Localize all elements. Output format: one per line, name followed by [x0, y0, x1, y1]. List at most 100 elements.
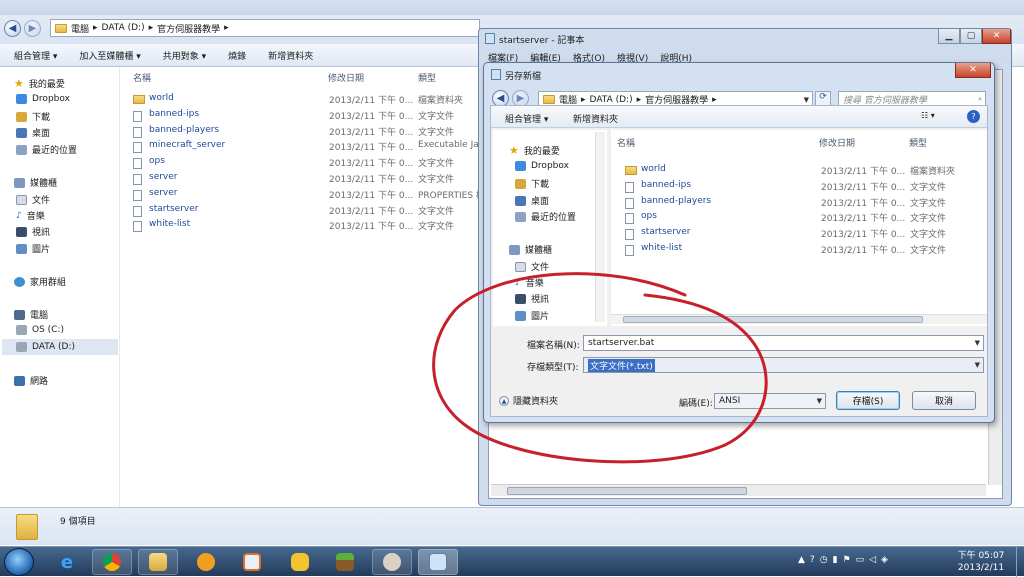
- chevron-down-icon[interactable]: ▼: [975, 361, 980, 369]
- file-row[interactable]: world 2013/2/11 下午 0... 檔案資料夾: [625, 164, 985, 178]
- organize-button[interactable]: 組合管理 ▾: [14, 49, 57, 62]
- chevron-down-icon[interactable]: ▼: [804, 96, 809, 104]
- save-button[interactable]: 存檔(S): [836, 391, 900, 410]
- flag-icon[interactable]: ⚑: [843, 555, 851, 565]
- breadcrumb-drive[interactable]: DATA (D:): [102, 23, 145, 33]
- column-date[interactable]: 修改日期: [819, 136, 855, 149]
- scrollbar-thumb[interactable]: [507, 487, 747, 495]
- nav-network[interactable]: 網路: [14, 374, 48, 387]
- new-folder-button[interactable]: 新增資料夾: [573, 112, 618, 125]
- nav-recent[interactable]: 最近的位置: [515, 210, 576, 223]
- taskbar-app[interactable]: [186, 549, 226, 575]
- file-row[interactable]: ops 2013/2/11 下午 0... 文字文件: [625, 211, 985, 225]
- media-player-icon: [243, 553, 261, 571]
- text-file-icon: [625, 213, 634, 224]
- organize-button[interactable]: 組合管理 ▾: [505, 112, 548, 125]
- file-row[interactable]: banned-players 2013/2/11 下午 0... 文字文件: [625, 196, 985, 210]
- burn-button[interactable]: 燒錄: [228, 49, 246, 62]
- explorer-folder-icon: [149, 553, 167, 571]
- nav-dropbox[interactable]: Dropbox: [515, 161, 569, 171]
- nav-downloads[interactable]: 下載: [16, 110, 50, 123]
- nav-desktop[interactable]: 桌面: [16, 126, 50, 139]
- dialog-close-button[interactable]: ✕: [955, 63, 991, 78]
- chevron-down-icon[interactable]: ▼: [817, 397, 822, 405]
- nav-os-c[interactable]: OS (C:): [16, 325, 64, 335]
- file-row[interactable]: startserver 2013/2/11 下午 0... 文字文件: [625, 227, 985, 241]
- text-file-icon: [625, 229, 634, 240]
- display-icon[interactable]: ▭: [856, 555, 865, 565]
- forward-arrow-icon[interactable]: ▶: [24, 20, 41, 37]
- minimize-button[interactable]: ▁: [938, 29, 960, 44]
- star-icon: ★: [509, 144, 519, 157]
- status-bar: 9 個項目: [0, 507, 1024, 545]
- taskbar-app[interactable]: [280, 549, 320, 575]
- taskbar-explorer[interactable]: [138, 549, 178, 575]
- nav-libraries[interactable]: 媒體櫃: [509, 243, 552, 256]
- dropbox-icon: [16, 94, 27, 104]
- properties-file-icon: [133, 190, 142, 201]
- nav-music[interactable]: ♪ 音樂: [16, 209, 45, 223]
- taskbar-notepad[interactable]: [418, 549, 458, 575]
- view-options-icon[interactable]: ☷ ▾: [921, 111, 945, 123]
- dialog-title: 另存新檔: [505, 72, 542, 82]
- taskbar-paint[interactable]: [372, 549, 412, 575]
- column-type[interactable]: 類型: [418, 71, 436, 84]
- new-folder-button[interactable]: 新增資料夾: [268, 49, 313, 62]
- column-name[interactable]: 名稱: [133, 71, 151, 84]
- column-date[interactable]: 修改日期: [328, 71, 364, 84]
- file-row[interactable]: banned-ips 2013/2/11 下午 0... 文字文件: [625, 180, 985, 194]
- breadcrumb-computer[interactable]: 電腦: [71, 22, 89, 35]
- share-with-button[interactable]: 共用對象 ▾: [163, 49, 206, 62]
- close-button[interactable]: ✕: [982, 29, 1011, 44]
- nav-libraries[interactable]: 媒體櫃: [14, 176, 57, 189]
- breadcrumb-drive[interactable]: DATA (D:): [590, 95, 633, 105]
- nav-desktop[interactable]: 桌面: [515, 194, 549, 207]
- notepad-icon: [429, 553, 447, 571]
- breadcrumb-folder[interactable]: 官方伺服器教學: [157, 22, 220, 35]
- recent-places-icon: [16, 144, 27, 155]
- column-name[interactable]: 名稱: [617, 136, 635, 149]
- text-file-icon: [133, 127, 142, 138]
- clock-icon[interactable]: ◷: [820, 555, 828, 565]
- nav-favorites[interactable]: ★ 我的最愛: [14, 77, 65, 90]
- taskbar-minecraft[interactable]: [325, 549, 365, 575]
- help-icon[interactable]: ?: [810, 555, 815, 565]
- folder-large-icon: [16, 514, 38, 540]
- clock-time: 下午 05:07: [957, 551, 1005, 561]
- file-row[interactable]: white-list 2013/2/11 下午 0... 文字文件: [625, 243, 985, 257]
- nav-dropbox[interactable]: Dropbox: [16, 94, 70, 104]
- horizontal-scrollbar[interactable]: [491, 484, 986, 496]
- volume-icon[interactable]: ◁: [869, 555, 876, 565]
- address-bar[interactable]: 電腦 ▸ DATA (D:) ▸ 官方伺服器教學 ▸: [50, 19, 480, 37]
- network-icon[interactable]: ▮: [833, 555, 838, 565]
- documents-icon: [16, 194, 27, 205]
- help-icon[interactable]: ?: [967, 110, 980, 123]
- dropbox-tray-icon[interactable]: ◈: [881, 555, 888, 565]
- show-desktop-button[interactable]: [1016, 547, 1024, 577]
- maximize-button[interactable]: ▢: [960, 29, 982, 44]
- nav-videos[interactable]: 視訊: [16, 225, 50, 238]
- clock[interactable]: 下午 05:07 2013/2/11: [950, 550, 1012, 574]
- column-type[interactable]: 類型: [909, 136, 927, 149]
- nav-favorites[interactable]: ★ 我的最愛: [509, 144, 560, 157]
- nav-data-d[interactable]: DATA (D:): [2, 339, 118, 355]
- nav-documents[interactable]: 文件: [16, 193, 50, 206]
- star-icon: ★: [14, 77, 24, 90]
- taskbar-media[interactable]: [232, 549, 272, 575]
- dialog-toolbar: 組合管理 ▾ 新增資料夾 ☷ ▾ ?: [491, 106, 987, 128]
- add-to-library-button[interactable]: 加入至媒體櫃 ▾: [79, 49, 140, 62]
- folder-icon: [133, 95, 145, 104]
- start-button[interactable]: [4, 548, 34, 576]
- folder-icon: [625, 166, 637, 175]
- nav-downloads[interactable]: 下載: [515, 177, 549, 190]
- taskbar-chrome[interactable]: [92, 549, 132, 575]
- chevron-down-icon[interactable]: ▼: [975, 339, 980, 347]
- nav-homegroup[interactable]: 家用群組: [14, 275, 66, 288]
- cancel-button[interactable]: 取消: [912, 391, 976, 410]
- nav-pictures[interactable]: 圖片: [16, 242, 50, 255]
- nav-computer[interactable]: 電腦: [14, 308, 48, 321]
- back-arrow-icon[interactable]: ◀: [4, 20, 21, 37]
- taskbar-ie[interactable]: e: [47, 549, 87, 575]
- show-hidden-icons-icon[interactable]: ▲: [798, 555, 805, 565]
- nav-recent[interactable]: 最近的位置: [16, 143, 77, 156]
